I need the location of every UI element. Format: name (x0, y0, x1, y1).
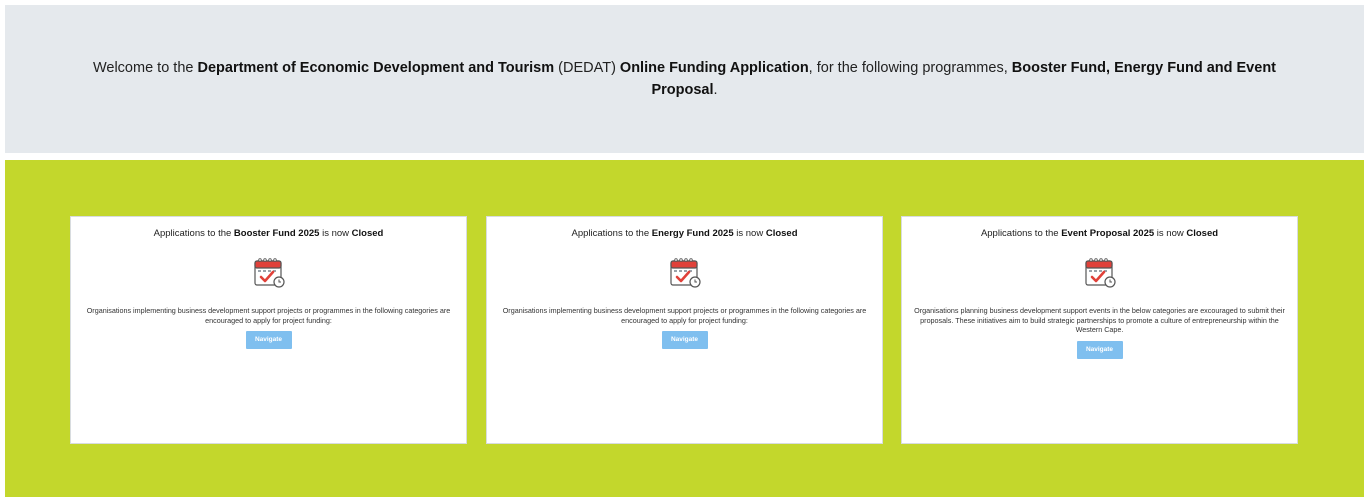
status-closed: Closed (351, 228, 384, 239)
programmes-section: Applications to the Booster Fund 2025 is… (5, 160, 1364, 497)
card-description: Organisations implementing business deve… (502, 306, 867, 325)
status-closed: Closed (765, 228, 798, 239)
card-description: Organisations implementing business deve… (86, 306, 451, 325)
department-name: Department of Economic Development and T… (197, 60, 555, 76)
application-name: Online Funding Application (619, 60, 809, 76)
navigate-button[interactable]: Navigate (1076, 340, 1123, 359)
energy-fund-card: Applications to the Energy Fund 2025 is … (486, 216, 883, 444)
card-title: Applications to the Booster Fund 2025 is… (153, 228, 384, 239)
welcome-text: Welcome to the Department of Economic De… (92, 60, 1277, 98)
card-description: Organisations planning business developm… (914, 306, 1285, 334)
calendar-check-icon (253, 258, 285, 288)
calendar-check-icon (1084, 258, 1116, 288)
navigate-button[interactable]: Navigate (661, 331, 708, 349)
welcome-banner: Welcome to the Department of Economic De… (5, 5, 1364, 153)
card-title: Applications to the Event Proposal 2025 … (980, 228, 1219, 239)
calendar-check-icon (669, 258, 701, 288)
card-title: Applications to the Energy Fund 2025 is … (571, 228, 798, 239)
status-closed: Closed (1186, 228, 1219, 239)
booster-fund-card: Applications to the Booster Fund 2025 is… (70, 216, 467, 444)
navigate-button[interactable]: Navigate (245, 331, 292, 349)
event-proposal-card: Applications to the Event Proposal 2025 … (901, 216, 1298, 444)
